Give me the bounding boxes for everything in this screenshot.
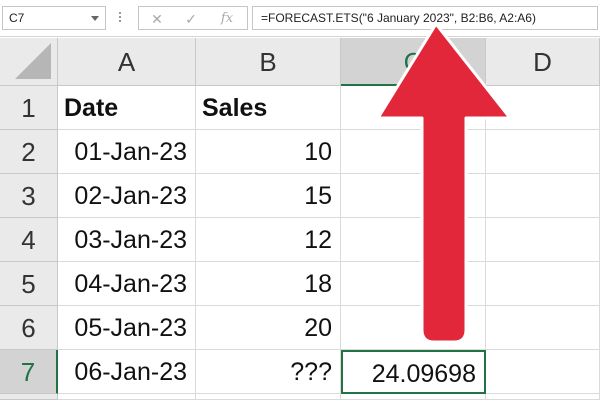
cell-c4[interactable] bbox=[341, 218, 486, 262]
cell-a5[interactable]: 04-Jan-23 bbox=[58, 262, 196, 306]
worksheet-grid: A B C D 1 2 3 4 5 6 7 Date Sales 01-Jan-… bbox=[0, 38, 600, 400]
cell-a7[interactable]: 06-Jan-23 bbox=[58, 350, 196, 394]
cell-d3[interactable] bbox=[486, 174, 600, 218]
row-header-3[interactable]: 3 bbox=[0, 174, 58, 218]
column-header-c[interactable]: C bbox=[341, 38, 486, 86]
formula-buttons: ✕ ✓ fx bbox=[138, 6, 248, 30]
cell-d2[interactable] bbox=[486, 130, 600, 174]
cell-d5[interactable] bbox=[486, 262, 600, 306]
row-header-7[interactable]: 7 bbox=[0, 350, 58, 394]
cell-d4[interactable] bbox=[486, 218, 600, 262]
cell-d6[interactable] bbox=[486, 306, 600, 350]
formula-bar: C7 ✕ ✓ fx =FORECAST.ETS("6 January 2023"… bbox=[0, 0, 600, 37]
cell-d8[interactable] bbox=[486, 394, 600, 400]
enter-icon[interactable]: ✓ bbox=[179, 10, 203, 28]
select-all-icon bbox=[15, 43, 51, 79]
select-all-button[interactable] bbox=[0, 38, 58, 86]
cell-b3[interactable]: 15 bbox=[196, 174, 341, 218]
cell-b5[interactable]: 18 bbox=[196, 262, 341, 306]
cell-d7[interactable] bbox=[486, 350, 600, 394]
row-header-1[interactable]: 1 bbox=[0, 86, 58, 130]
row-header-5[interactable]: 5 bbox=[0, 262, 58, 306]
cell-c5[interactable] bbox=[341, 262, 486, 306]
column-header-a[interactable]: A bbox=[58, 38, 196, 86]
cell-a8[interactable] bbox=[58, 394, 196, 400]
cell-a4[interactable]: 03-Jan-23 bbox=[58, 218, 196, 262]
formula-text: =FORECAST.ETS("6 January 2023", B2:B6, A… bbox=[261, 11, 536, 25]
cell-c7-active[interactable]: 24.09698 bbox=[341, 350, 486, 394]
cell-b8[interactable] bbox=[196, 394, 341, 400]
cell-c6[interactable] bbox=[341, 306, 486, 350]
fx-icon[interactable]: fx bbox=[215, 10, 239, 28]
cell-a2[interactable]: 01-Jan-23 bbox=[58, 130, 196, 174]
cancel-icon[interactable]: ✕ bbox=[145, 10, 169, 28]
drag-handle-icon[interactable] bbox=[118, 12, 122, 25]
row-header-8[interactable] bbox=[0, 394, 58, 400]
formula-input[interactable]: =FORECAST.ETS("6 January 2023", B2:B6, A… bbox=[252, 6, 598, 30]
name-box-value: C7 bbox=[9, 11, 25, 25]
cell-b2[interactable]: 10 bbox=[196, 130, 341, 174]
cell-b6[interactable]: 20 bbox=[196, 306, 341, 350]
cell-c1[interactable] bbox=[341, 86, 486, 130]
cell-a3[interactable]: 02-Jan-23 bbox=[58, 174, 196, 218]
cell-a6[interactable]: 05-Jan-23 bbox=[58, 306, 196, 350]
cell-d1[interactable] bbox=[486, 86, 600, 130]
cell-c2[interactable] bbox=[341, 130, 486, 174]
cell-a1[interactable]: Date bbox=[58, 86, 196, 130]
name-box[interactable]: C7 bbox=[2, 6, 106, 30]
column-header-b[interactable]: B bbox=[196, 38, 341, 86]
cell-c3[interactable] bbox=[341, 174, 486, 218]
dropdown-caret-icon[interactable] bbox=[91, 16, 99, 21]
row-header-6[interactable]: 6 bbox=[0, 306, 58, 350]
row-header-4[interactable]: 4 bbox=[0, 218, 58, 262]
cell-c8[interactable] bbox=[341, 394, 486, 400]
cell-b1[interactable]: Sales bbox=[196, 86, 341, 130]
column-header-d[interactable]: D bbox=[486, 38, 600, 86]
cell-b4[interactable]: 12 bbox=[196, 218, 341, 262]
row-header-2[interactable]: 2 bbox=[0, 130, 58, 174]
cell-b7[interactable]: ??? bbox=[196, 350, 341, 394]
